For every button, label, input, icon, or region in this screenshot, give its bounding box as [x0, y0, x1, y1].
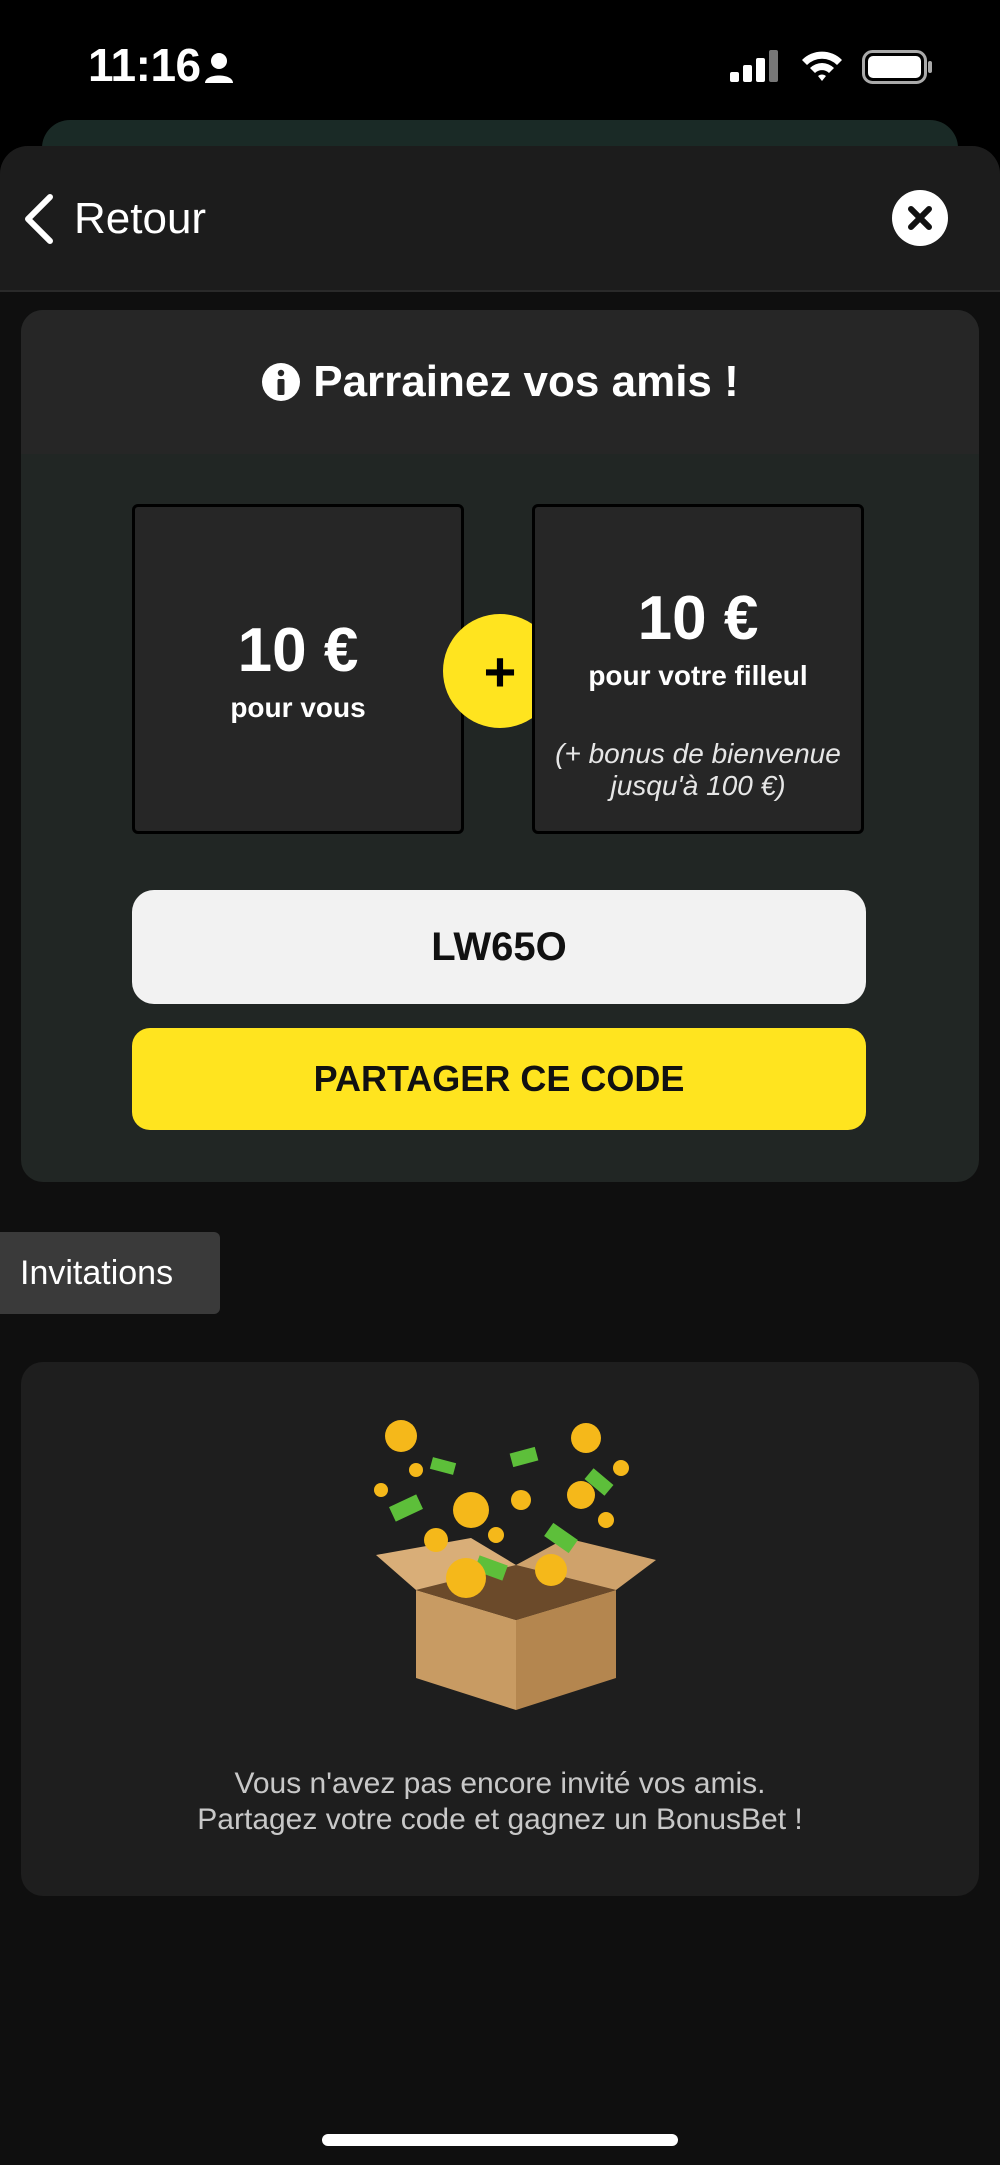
- welcome-bonus-note-line2: jusqu'à 100 €): [610, 770, 786, 801]
- empty-message-line1: Vous n'avez pas encore invité vos amis.: [234, 1767, 766, 1800]
- empty-invitations-message: Vous n'avez pas encore invité vos amis. …: [21, 1766, 979, 1838]
- referral-card: Parrainez vos amis ! 10 € pour vous + 10…: [21, 310, 979, 1182]
- invitations-empty-card: Vous n'avez pas encore invité vos amis. …: [21, 1362, 979, 1896]
- sheet-header: Retour: [0, 146, 1000, 292]
- back-button[interactable]: Retour: [20, 186, 206, 252]
- reward-friend-label: pour votre filleul: [588, 660, 808, 691]
- close-button[interactable]: [892, 190, 948, 246]
- gift-box-coins-illustration: [374, 1420, 656, 1710]
- battery-icon: [862, 50, 932, 84]
- person-icon: [205, 53, 233, 83]
- status-bar: 11:16: [0, 0, 1000, 130]
- empty-message-line2: Partagez votre code et gagnez un BonusBe…: [197, 1803, 803, 1836]
- cellular-signal-icon: [730, 50, 778, 82]
- welcome-bonus-note-line1: (+ bonus de bienvenue: [555, 738, 841, 769]
- back-label: Retour: [74, 194, 207, 243]
- referral-title: Parrainez vos amis !: [313, 357, 739, 406]
- close-icon: [908, 206, 932, 230]
- tab-invitations[interactable]: Invitations: [0, 1232, 220, 1314]
- share-code-button[interactable]: PARTAGER CE CODE: [132, 1028, 866, 1130]
- welcome-bonus-note: (+ bonus de bienvenue jusqu'à 100 €): [535, 738, 861, 802]
- referral-card-header: Parrainez vos amis !: [21, 310, 979, 454]
- reward-friend-box: 10 € pour votre filleul (+ bonus de bien…: [532, 504, 864, 834]
- referral-code-field[interactable]: LW65O: [132, 890, 866, 1004]
- home-indicator[interactable]: [322, 2134, 678, 2146]
- chevron-left-icon: [25, 194, 53, 244]
- wifi-icon: [802, 51, 842, 81]
- reward-friend-amount: 10 €: [637, 584, 759, 653]
- reward-you-box: 10 € pour vous: [132, 504, 464, 834]
- reward-you-amount: 10 €: [237, 616, 359, 685]
- referral-sheet: Retour Parrainez vos amis ! 10 € pour vo…: [0, 146, 1000, 2165]
- status-time: 11:16: [88, 39, 201, 91]
- info-icon: [262, 363, 301, 401]
- reward-you-label: pour vous: [230, 692, 366, 723]
